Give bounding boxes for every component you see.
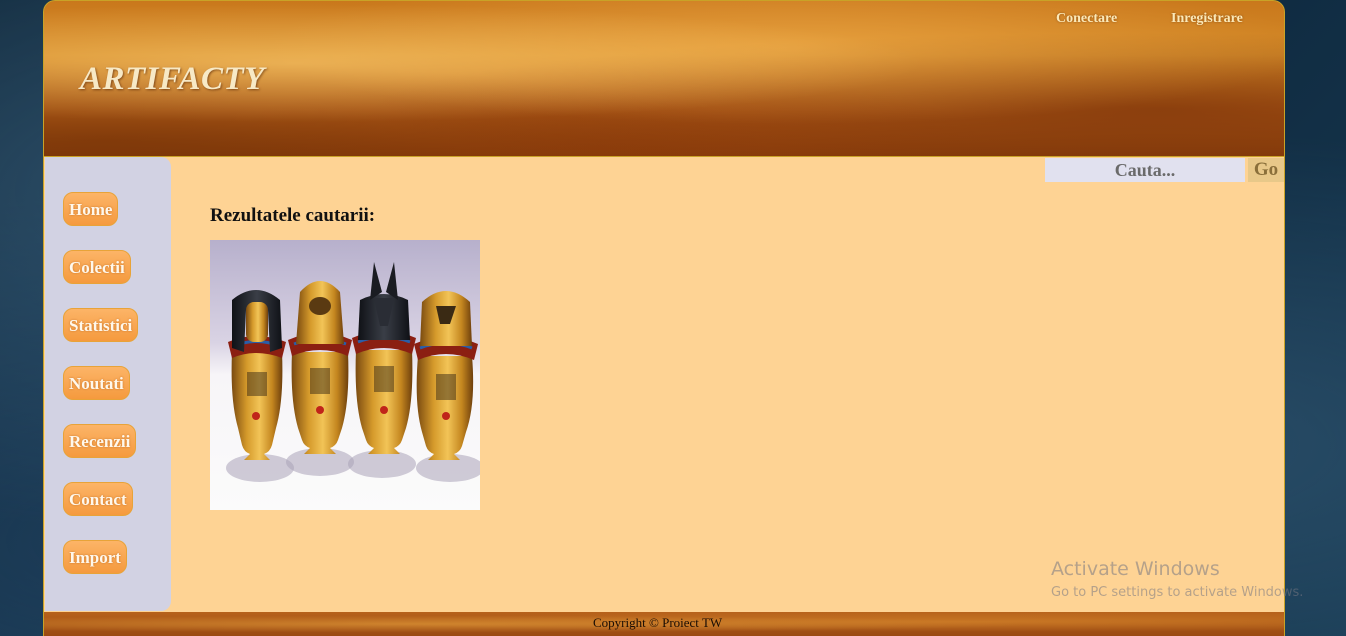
sidebar-nav: Home Colectii Statistici Noutati Recenzi… bbox=[45, 157, 171, 611]
site-logo[interactable]: ARTIFACTY bbox=[80, 61, 265, 98]
header-banner: ARTIFACTY Conectare Inregistrare bbox=[43, 0, 1285, 157]
result-image-canopic-jars[interactable] bbox=[210, 240, 480, 510]
nav-home-button[interactable]: Home bbox=[63, 192, 119, 226]
nav-import-button[interactable]: Import bbox=[63, 540, 127, 574]
nav-contact-button[interactable]: Contact bbox=[63, 482, 133, 516]
nav-colectii-button[interactable]: Colectii bbox=[63, 250, 131, 284]
results-heading: Rezultatele cautarii: bbox=[210, 205, 376, 226]
register-link[interactable]: Inregistrare bbox=[1171, 11, 1243, 27]
nav-statistici-button[interactable]: Statistici bbox=[63, 308, 139, 342]
main-content: Home Colectii Statistici Noutati Recenzi… bbox=[43, 157, 1303, 612]
search-input[interactable] bbox=[1045, 158, 1245, 182]
nav-noutati-button[interactable]: Noutati bbox=[63, 366, 130, 400]
copyright-text: Copyright © Proiect TW bbox=[593, 615, 723, 630]
footer-bar: Copyright © Proiect TW bbox=[43, 612, 1285, 636]
activate-windows-subtitle: Go to PC settings to activate Windows. bbox=[1051, 585, 1304, 600]
search-go-button[interactable]: Go bbox=[1248, 158, 1284, 182]
page-frame: ARTIFACTY Conectare Inregistrare Home Co… bbox=[43, 0, 1303, 636]
login-link[interactable]: Conectare bbox=[1056, 11, 1117, 27]
nav-recenzii-button[interactable]: Recenzii bbox=[63, 424, 137, 458]
activate-windows-title: Activate Windows bbox=[1051, 558, 1220, 580]
